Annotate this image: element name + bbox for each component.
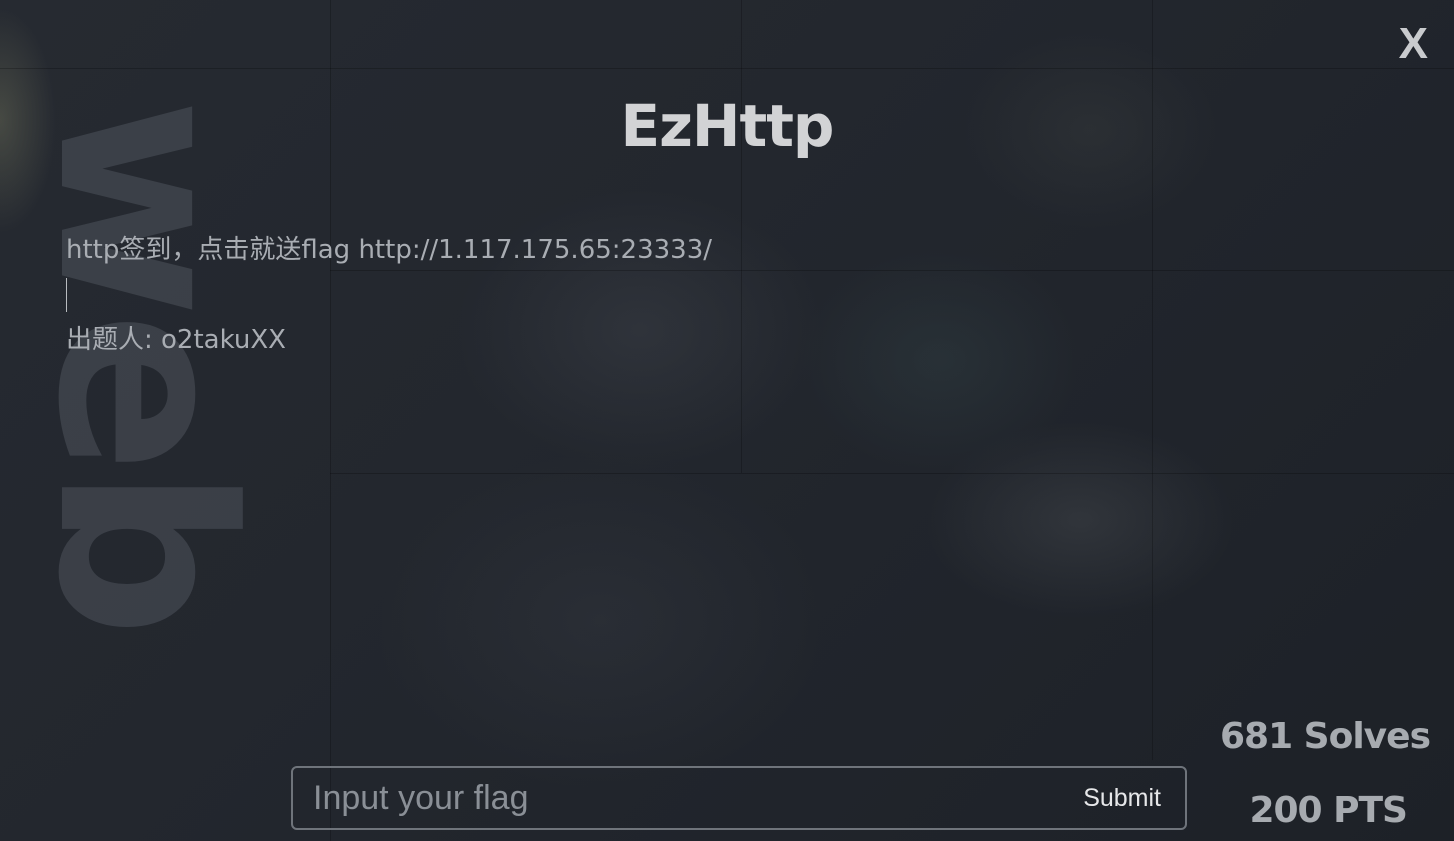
grid-line xyxy=(330,473,1454,474)
challenge-modal: web X EzHttp http签到，点击就送flag http://1.11… xyxy=(0,0,1454,841)
description-line: http签到，点击就送flag http://1.117.175.65:2333… xyxy=(66,235,713,265)
text-cursor-line xyxy=(66,270,712,320)
text-caret xyxy=(66,278,67,312)
points-value: 200 PTS xyxy=(1249,790,1408,831)
author-line: 出题人: o2takuXX xyxy=(66,325,286,355)
close-button[interactable]: X xyxy=(1399,22,1428,66)
solves-count: 681 Solves xyxy=(1220,716,1431,757)
flag-form: Submit xyxy=(291,766,1187,830)
grid-line xyxy=(741,0,742,473)
submit-button[interactable]: Submit xyxy=(1073,768,1185,828)
grid-line xyxy=(0,68,1454,69)
challenge-description: http签到，点击就送flag http://1.117.175.65:2333… xyxy=(66,230,712,360)
category-watermark: web xyxy=(5,98,282,632)
challenge-title: EzHttp xyxy=(620,92,835,160)
flag-input[interactable] xyxy=(293,768,1074,828)
